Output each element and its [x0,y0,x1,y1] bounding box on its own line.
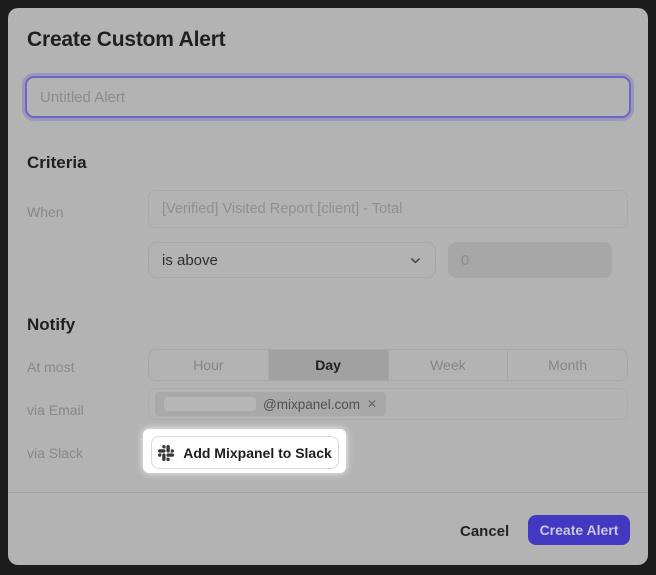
frequency-option-month[interactable]: Month [507,350,627,380]
via-email-label: via Email [27,402,84,418]
when-label: When [27,204,64,220]
slack-icon [158,445,174,461]
notify-heading: Notify [27,315,75,335]
frequency-option-hour[interactable]: Hour [149,350,268,380]
condition-select[interactable]: is above [148,242,436,278]
redacted-email-name [164,397,256,411]
frequency-option-week[interactable]: Week [388,350,508,380]
email-chip: @mixpanel.com ✕ [155,392,386,416]
email-domain: @mixpanel.com [263,397,360,412]
condition-value: is above [162,252,218,269]
add-mixpanel-to-slack-button[interactable]: Add Mixpanel to Slack [151,436,339,469]
slack-button-label: Add Mixpanel to Slack [183,445,332,461]
via-slack-label: via Slack [27,445,83,461]
email-recipients-field[interactable]: @mixpanel.com ✕ [148,388,628,420]
cancel-button[interactable]: Cancel [446,516,523,546]
dialog-title: Create Custom Alert [27,28,225,52]
chevron-down-icon [409,254,422,267]
threshold-input[interactable] [448,242,612,278]
at-most-label: At most [27,359,74,375]
metric-value: [Verified] Visited Report [client] - Tot… [162,201,402,217]
footer-divider [8,492,648,493]
create-custom-alert-dialog: Create Custom Alert Criteria When [Verif… [8,8,648,565]
chip-remove-icon[interactable]: ✕ [367,398,377,410]
create-alert-button[interactable]: Create Alert [528,515,630,545]
metric-field[interactable]: [Verified] Visited Report [client] - Tot… [148,190,628,228]
alert-name-input[interactable] [25,76,631,118]
criteria-heading: Criteria [27,153,87,173]
frequency-option-day[interactable]: Day [268,350,388,380]
frequency-segmented-control: Hour Day Week Month [148,349,628,381]
